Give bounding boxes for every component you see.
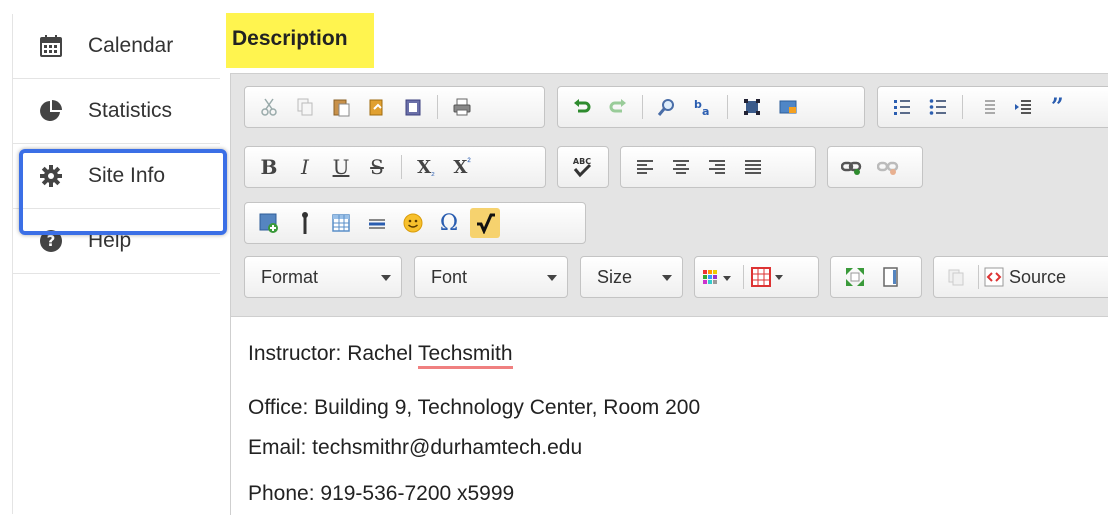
- description-title: Description: [232, 27, 348, 50]
- find-icon[interactable]: [652, 92, 682, 122]
- alignment-group: [620, 146, 816, 188]
- chevron-down-icon: [381, 275, 391, 281]
- toolbar-separator: [401, 155, 402, 179]
- highlight-box: [19, 149, 227, 235]
- toolbar-separator: [743, 265, 744, 289]
- bold-button[interactable]: B: [254, 152, 284, 182]
- redo-icon[interactable]: [603, 92, 633, 122]
- font-dropdown[interactable]: Font: [414, 256, 568, 298]
- source-group: Source: [933, 256, 1108, 298]
- table-icon[interactable]: [326, 208, 356, 238]
- color-group: [694, 256, 819, 298]
- list-indent-group: ”: [877, 86, 1108, 128]
- align-right-icon[interactable]: [702, 152, 732, 182]
- blockquote-icon[interactable]: ”: [1044, 92, 1074, 122]
- link-icon[interactable]: [837, 152, 867, 182]
- sidebar-item-label: Statistics: [88, 99, 173, 122]
- toolbar-separator: [642, 95, 643, 119]
- size-label: Size: [597, 266, 633, 287]
- source-button[interactable]: Source: [983, 266, 1066, 288]
- undo-find-group: ba: [557, 86, 865, 128]
- strikethrough-button[interactable]: S: [362, 152, 392, 182]
- spellcheck-button[interactable]: ABC: [567, 152, 597, 182]
- paste-text-icon[interactable]: [362, 92, 392, 122]
- link-group: [827, 146, 923, 188]
- phone-line: Phone: 919-536-7200 x5999: [248, 482, 515, 505]
- editor-toolbar: ba ” B I U S X₂ X² ABC Ω Format Font Siz…: [231, 74, 1108, 317]
- align-justify-icon[interactable]: [738, 152, 768, 182]
- toolbar-separator: [962, 95, 963, 119]
- maximize-icon[interactable]: [840, 262, 870, 292]
- text-style-group: B I U S X₂ X²: [244, 146, 546, 188]
- superscript-mark: ²: [467, 156, 471, 168]
- instructor-prefix: Instructor: Rachel: [248, 342, 419, 365]
- image-icon[interactable]: [773, 92, 803, 122]
- undo-icon[interactable]: [567, 92, 597, 122]
- source-code-icon: [984, 267, 1004, 287]
- sidebar: Calendar Statistics Site Info ? Help: [12, 14, 220, 274]
- source-label: Source: [1009, 266, 1067, 287]
- outdent-icon[interactable]: [972, 92, 1002, 122]
- rich-text-editor: ba ” B I U S X₂ X² ABC Ω Format Font Siz…: [230, 73, 1108, 515]
- spellcheck-group: ABC: [557, 146, 609, 188]
- instructor-line: Instructor: Rachel Techsmith: [248, 342, 513, 369]
- misspelled-word: Techsmith: [418, 342, 513, 369]
- editor-content[interactable]: Instructor: Rachel Techsmith Office: Bui…: [231, 318, 1108, 515]
- align-left-icon[interactable]: [630, 152, 660, 182]
- underline-button[interactable]: U: [326, 152, 356, 182]
- toolbar-separator: [437, 95, 438, 119]
- toolbar-separator: [978, 265, 979, 289]
- calendar-icon: [36, 31, 66, 61]
- print-icon[interactable]: [447, 92, 477, 122]
- copy-icon[interactable]: [290, 92, 320, 122]
- superscript-label: X: [453, 156, 468, 178]
- horizontal-line-icon[interactable]: [362, 208, 392, 238]
- font-label: Font: [431, 266, 468, 287]
- anchor-icon[interactable]: [290, 208, 320, 238]
- align-center-icon[interactable]: [666, 152, 696, 182]
- cut-icon[interactable]: [254, 92, 284, 122]
- pie-chart-icon: [36, 96, 66, 126]
- numbered-list-icon[interactable]: [887, 92, 917, 122]
- chevron-down-icon: [547, 275, 557, 281]
- special-char-button[interactable]: Ω: [434, 208, 464, 238]
- paste-icon[interactable]: [326, 92, 356, 122]
- svg-text:b: b: [694, 98, 702, 111]
- indent-icon[interactable]: [1008, 92, 1038, 122]
- sidebar-item-statistics[interactable]: Statistics: [12, 79, 220, 144]
- email-line: Email: techsmithr@durhamtech.edu: [248, 436, 583, 459]
- view-group: [830, 256, 922, 298]
- format-dropdown[interactable]: Format: [244, 256, 402, 298]
- paste-word-icon[interactable]: [398, 92, 428, 122]
- description-label: Description: [226, 13, 374, 68]
- chevron-down-icon: [662, 275, 672, 281]
- show-blocks-icon[interactable]: [876, 262, 906, 292]
- bg-color-button[interactable]: [748, 262, 790, 292]
- insert-group: Ω: [244, 202, 586, 244]
- smiley-icon[interactable]: [398, 208, 428, 238]
- toolbar-separator: [727, 95, 728, 119]
- size-dropdown[interactable]: Size: [580, 256, 683, 298]
- clipboard-group: [244, 86, 545, 128]
- replace-icon[interactable]: ba: [688, 92, 718, 122]
- format-label: Format: [261, 266, 319, 287]
- bullet-list-icon[interactable]: [923, 92, 953, 122]
- svg-text:”: ”: [1051, 97, 1064, 117]
- subscript-mark: ₂: [431, 166, 435, 178]
- equation-icon[interactable]: [470, 208, 500, 238]
- italic-button[interactable]: I: [290, 152, 320, 182]
- insert-media-icon[interactable]: [254, 208, 284, 238]
- superscript-button[interactable]: X²: [447, 152, 477, 182]
- office-line: Office: Building 9, Technology Center, R…: [248, 396, 701, 419]
- sidebar-item-calendar[interactable]: Calendar: [12, 14, 220, 79]
- text-color-button[interactable]: [699, 262, 739, 292]
- sidebar-item-label: Calendar: [88, 34, 174, 57]
- unlink-icon[interactable]: [873, 152, 903, 182]
- subscript-label: X: [417, 156, 432, 178]
- svg-text:a: a: [702, 105, 709, 117]
- select-all-icon[interactable]: [737, 92, 767, 122]
- templates-icon[interactable]: [941, 262, 971, 292]
- subscript-button[interactable]: X₂: [411, 152, 441, 182]
